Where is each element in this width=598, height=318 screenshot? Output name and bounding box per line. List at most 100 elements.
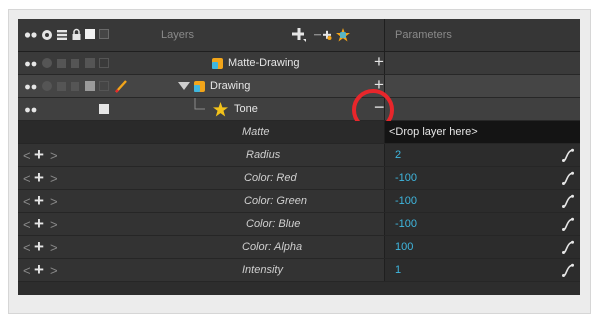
param-row: < + > Radius 2 [18, 144, 580, 167]
add-keyframe-button[interactable]: + [34, 145, 44, 165]
next-keyframe-button[interactable]: > [50, 194, 58, 209]
param-left: < + > Color: Alpha [18, 236, 384, 258]
lock-toggle[interactable] [71, 59, 79, 68]
color-swatch[interactable] [99, 104, 109, 114]
param-value-field[interactable]: -100 [384, 190, 580, 212]
param-label: Matte [242, 126, 270, 138]
next-keyframe-button[interactable]: > [50, 263, 58, 278]
visibility-icon[interactable] [41, 29, 53, 41]
layer-row-tone[interactable]: Tone − [18, 97, 580, 121]
layer-row-drawing[interactable]: Drawing + [18, 75, 580, 98]
lock-icon[interactable] [71, 28, 82, 41]
param-value: 2 [395, 149, 402, 161]
add-keyframe-button[interactable]: + [34, 214, 44, 234]
thumbnail-toggle[interactable] [99, 81, 109, 91]
next-keyframe-button[interactable]: > [50, 148, 58, 163]
param-row: < + > Intensity 1 [18, 259, 580, 282]
drawing-layer-icon [194, 81, 205, 92]
layer-row-right [384, 75, 580, 97]
prev-keyframe-button[interactable]: < [23, 171, 31, 186]
parameters-label: Parameters [395, 29, 452, 41]
param-value: 100 [395, 241, 414, 253]
thumbnail-toggle[interactable] [99, 58, 109, 68]
param-left: < + > Intensity [18, 259, 384, 281]
visibility-toggle[interactable] [42, 58, 52, 68]
prev-keyframe-button[interactable]: < [23, 194, 31, 209]
tree-connector-icon [194, 98, 205, 110]
param-value: -100 [395, 172, 418, 184]
layer-row-matte-drawing[interactable]: Matte-Drawing + [18, 52, 580, 75]
param-row: < + > Color: Blue -100 [18, 213, 580, 236]
param-left: < + > Radius [18, 144, 384, 166]
add-keyframe-button[interactable]: + [34, 237, 44, 257]
pencil-icon[interactable] [114, 79, 128, 94]
param-row: < + > Color: Green -100 [18, 190, 580, 213]
function-curve-icon[interactable] [562, 148, 574, 162]
prev-keyframe-button[interactable]: < [23, 263, 31, 278]
stack-toggle[interactable] [57, 59, 66, 68]
param-value-field[interactable]: 1 [384, 259, 580, 281]
param-value-field[interactable]: 100 [384, 236, 580, 258]
drop-layer-field[interactable]: <Drop layer here> [384, 121, 580, 143]
add-keyframe-button[interactable]: + [34, 191, 44, 211]
animate-toggle-icon[interactable] [24, 105, 38, 115]
animate-toggle-icon[interactable] [24, 59, 38, 69]
timeline-panel: Layers Parameters Matte-Drawing + Drawin… [18, 19, 580, 295]
layer-row-left: Tone − [18, 97, 385, 120]
color-swatch-icon[interactable] [85, 29, 95, 39]
layer-name[interactable]: Drawing [210, 80, 250, 92]
stack-toggle[interactable] [57, 82, 66, 91]
prev-keyframe-button[interactable]: < [23, 148, 31, 163]
add-keyframe-button[interactable]: + [34, 260, 44, 280]
animate-toggle-icon[interactable] [24, 82, 38, 92]
param-label: Color: Red [244, 172, 297, 184]
timeline-header: Layers Parameters [18, 19, 580, 52]
param-left: Matte [18, 121, 384, 143]
stack-icon[interactable] [56, 29, 68, 41]
param-row-matte: Matte <Drop layer here> [18, 121, 580, 144]
function-curve-icon[interactable] [562, 171, 574, 185]
param-row: < + > Color: Red -100 [18, 167, 580, 190]
param-value-field[interactable]: -100 [384, 213, 580, 235]
param-value: -100 [395, 218, 418, 230]
param-label: Color: Alpha [242, 241, 303, 253]
add-peg-icon[interactable] [314, 29, 332, 41]
function-curve-icon[interactable] [562, 217, 574, 231]
add-keyframe-button[interactable]: + [34, 168, 44, 188]
add-button[interactable]: + [374, 52, 384, 72]
color-swatch[interactable] [85, 58, 95, 68]
next-keyframe-button[interactable]: > [50, 217, 58, 232]
param-value-field[interactable]: 2 [384, 144, 580, 166]
param-row: < + > Color: Alpha 100 [18, 236, 580, 259]
color-swatch[interactable] [85, 81, 95, 91]
param-label: Radius [246, 149, 281, 161]
layer-name[interactable]: Matte-Drawing [228, 57, 300, 69]
layer-row-left: Drawing + [18, 75, 384, 97]
animate-toggle-icon[interactable] [24, 29, 38, 41]
add-effect-icon[interactable] [336, 28, 350, 42]
thumbnail-icon[interactable] [99, 29, 109, 39]
prev-keyframe-button[interactable]: < [23, 217, 31, 232]
param-label: Color: Green [244, 195, 307, 207]
layer-row-left: Matte-Drawing + [18, 52, 384, 74]
lock-toggle[interactable] [71, 82, 79, 91]
prev-keyframe-button[interactable]: < [23, 240, 31, 255]
next-keyframe-button[interactable]: > [50, 240, 58, 255]
visibility-toggle[interactable] [42, 81, 52, 91]
expand-triangle-icon[interactable] [178, 82, 190, 91]
next-keyframe-button[interactable]: > [50, 171, 58, 186]
function-curve-icon[interactable] [562, 194, 574, 208]
layer-row-right [384, 52, 580, 74]
param-value: <Drop layer here> [389, 126, 478, 138]
layer-name[interactable]: Tone [234, 103, 258, 115]
add-layer-icon[interactable] [292, 28, 306, 42]
function-curve-icon[interactable] [562, 240, 574, 254]
param-label: Color: Blue [246, 218, 301, 230]
function-curve-icon[interactable] [562, 263, 574, 277]
layers-label: Layers [161, 29, 195, 41]
drawing-layer-icon [212, 58, 223, 69]
param-label: Intensity [242, 264, 283, 276]
layers-header: Layers [18, 19, 384, 51]
param-left: < + > Color: Red [18, 167, 384, 189]
param-value-field[interactable]: -100 [384, 167, 580, 189]
